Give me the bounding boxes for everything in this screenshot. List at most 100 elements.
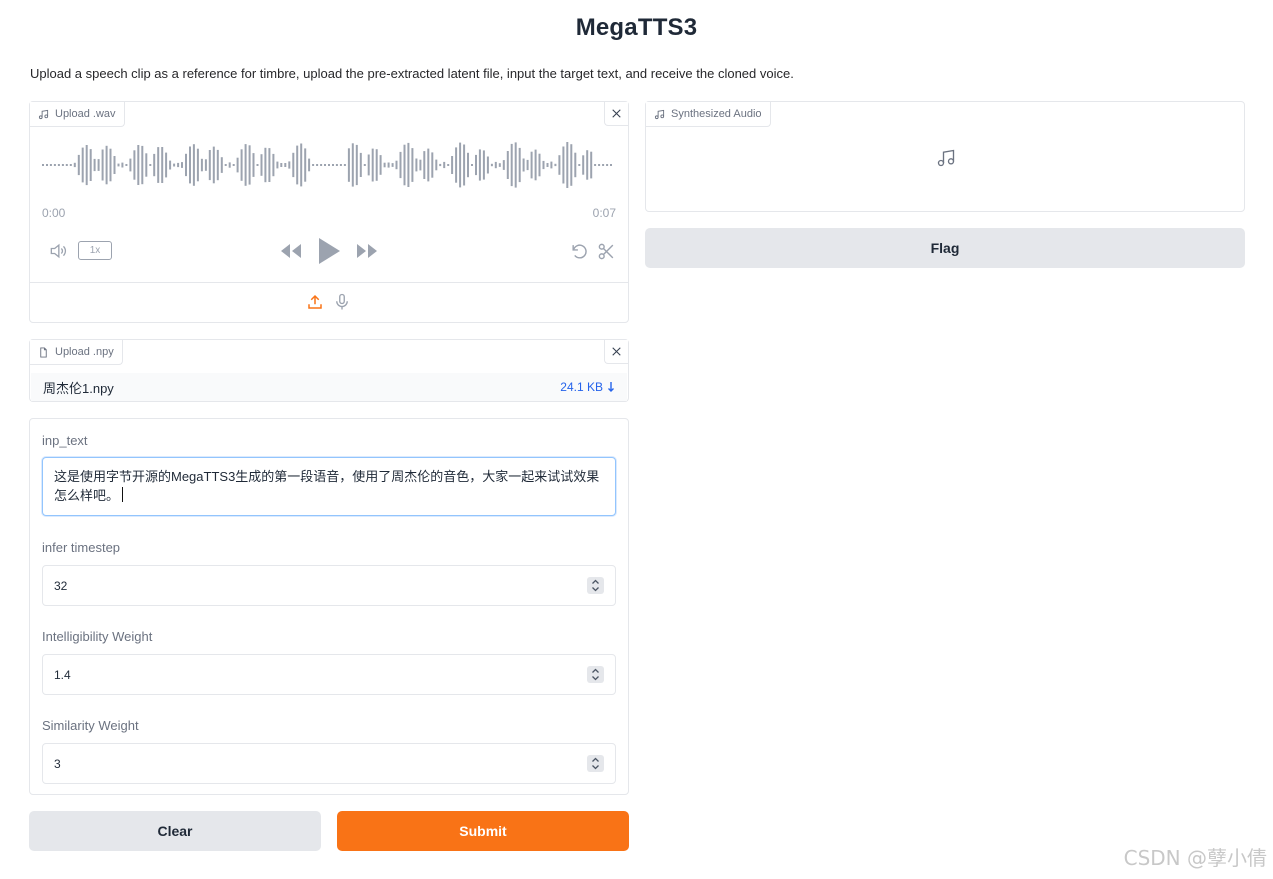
number-spinner[interactable]: [587, 755, 604, 772]
waveform-bar: [387, 162, 390, 168]
waveform-bar: [121, 162, 124, 168]
waveform-bar: [371, 148, 374, 182]
waveform-bar: [252, 153, 255, 177]
waveform-bar: [518, 147, 521, 183]
submit-button[interactable]: Submit: [337, 811, 629, 851]
volume-button[interactable]: [47, 240, 69, 262]
audio-label-tag: Upload .wav: [30, 102, 125, 127]
fast-forward-icon: [357, 244, 377, 258]
waveform-bar: [415, 158, 418, 172]
waveform-bar: [610, 164, 612, 166]
waveform-bar: [355, 144, 358, 186]
waveform-bar: [562, 146, 565, 184]
waveform-bar: [161, 147, 164, 183]
waveform-bar: [177, 162, 180, 168]
clear-audio-button[interactable]: [604, 102, 628, 126]
clear-button[interactable]: Clear: [29, 811, 321, 851]
waveform-bar: [506, 151, 509, 179]
flag-button[interactable]: Flag: [645, 228, 1245, 268]
waveform-bar: [427, 148, 430, 182]
waveform-bar: [463, 144, 466, 186]
waveform-bar: [224, 164, 227, 166]
waveform-bar: [240, 149, 243, 181]
waveform-bar: [153, 153, 156, 177]
trim-button[interactable]: [595, 240, 617, 262]
file-icon: [40, 346, 47, 358]
watermark: CSDN @孽小倩: [1123, 846, 1267, 870]
waveform-bar: [93, 158, 96, 172]
waveform-bar: [602, 164, 605, 166]
waveform-bar: [137, 145, 140, 185]
waveform-bar: [157, 147, 160, 183]
inp-text-value: 这是使用字节开源的MegaTTS3生成的第一段语音，使用了周杰伦的音色，大家一起…: [54, 469, 600, 503]
waveform-bar: [467, 152, 469, 178]
intelligibility-weight-input[interactable]: 1.4: [42, 654, 616, 695]
upload-audio-button[interactable]: [305, 292, 325, 312]
waveform-bar: [268, 148, 271, 182]
file-size: 24.1 KB: [560, 380, 603, 394]
scissors-icon: [598, 243, 613, 259]
play-icon: [319, 238, 340, 264]
waveform-bar: [165, 152, 168, 178]
record-audio-button[interactable]: [332, 292, 352, 312]
inp-text-field[interactable]: 这是使用字节开源的MegaTTS3生成的第一段语音，使用了周杰伦的音色，大家一起…: [42, 457, 616, 516]
output-label-tag: Synthesized Audio: [646, 102, 771, 127]
fast-forward-button[interactable]: [355, 240, 379, 262]
waveform-bar: [141, 145, 144, 185]
waveform-bar: [320, 164, 323, 166]
number-spinner[interactable]: [587, 666, 604, 683]
waveform-bar: [296, 145, 299, 185]
waveform-bar: [89, 149, 92, 181]
waveform-bar: [200, 158, 203, 172]
waveform-bar: [49, 164, 52, 166]
waveform-bar: [69, 164, 72, 166]
waveform-bar: [145, 153, 148, 177]
waveform-bar: [109, 148, 112, 182]
waveform-bar: [558, 155, 561, 175]
undo-button[interactable]: [568, 240, 590, 262]
infer-timestep-input[interactable]: 32: [42, 565, 616, 606]
rewind-icon: [281, 244, 301, 258]
waveform-bar: [276, 161, 279, 169]
waveform-bar: [526, 159, 529, 171]
waveform-bar: [284, 163, 287, 167]
waveform-bar: [447, 164, 450, 166]
waveform-bar: [475, 154, 477, 176]
waveform-bar: [125, 164, 128, 166]
waveform-bar: [510, 143, 513, 187]
reference-audio-panel: Upload .wav 0:00 0:07 1x: [29, 101, 629, 323]
waveform-bar: [42, 164, 44, 166]
waveform-bar: [411, 148, 414, 182]
waveform-bar: [478, 149, 481, 181]
rewind-button[interactable]: [279, 240, 303, 262]
clear-file-button[interactable]: [604, 340, 628, 364]
waveform-bar: [550, 161, 553, 169]
waveform-bar: [431, 152, 434, 178]
infer-timestep-value: 32: [54, 578, 68, 593]
waveform-bar: [113, 156, 116, 174]
waveform-bar: [169, 160, 172, 170]
waveform-bar: [455, 147, 458, 183]
waveform-bar: [192, 144, 195, 186]
file-name: 周杰伦1.npy: [43, 380, 114, 396]
audio-waveform[interactable]: [42, 138, 614, 192]
waveform-bar: [439, 163, 442, 167]
waveform-bar: [248, 145, 251, 185]
waveform-bar: [312, 164, 315, 166]
file-download-link[interactable]: 24.1 KB: [560, 380, 615, 394]
playback-speed-button[interactable]: 1x: [78, 241, 112, 260]
waveform-bar: [375, 149, 378, 181]
music-note-icon: [38, 109, 49, 119]
waveform-bar: [339, 164, 342, 166]
number-spinner[interactable]: [587, 577, 604, 594]
intelligibility-weight-value: 1.4: [54, 667, 71, 682]
output-label: Synthesized Audio: [671, 108, 762, 120]
waveform-bar: [264, 147, 267, 183]
waveform-bar: [566, 142, 569, 188]
waveform-bar: [490, 163, 493, 167]
waveform-bar: [351, 143, 354, 187]
page-title: MegaTTS3: [575, 14, 698, 41]
waveform-bar: [379, 155, 382, 175]
play-button[interactable]: [316, 236, 342, 266]
similarity-weight-input[interactable]: 3: [42, 743, 616, 784]
